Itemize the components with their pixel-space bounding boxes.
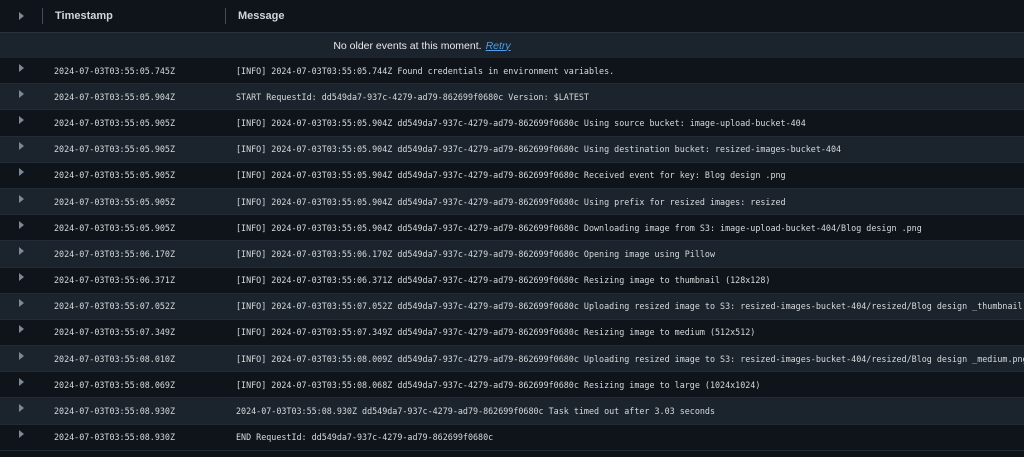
table-row[interactable]: 2024-07-03T03:55:08.010Z [INFO] 2024-07-0…	[0, 346, 1024, 373]
caret-right-icon	[18, 325, 24, 334]
caret-right-icon	[18, 246, 24, 255]
caret-right-icon	[18, 89, 24, 98]
row-expand-toggle[interactable]	[0, 377, 42, 392]
table-row[interactable]: 2024-07-03T03:55:05.905Z [INFO] 2024-07-0…	[0, 110, 1024, 137]
table-row[interactable]: 2024-07-03T03:55:07.052Z [INFO] 2024-07-0…	[0, 293, 1024, 320]
caret-right-icon	[18, 142, 24, 151]
row-timestamp: 2024-07-03T03:55:08.069Z	[54, 379, 176, 390]
message-column-header[interactable]: Message	[226, 10, 1024, 22]
table-row[interactable]: 2024-07-03T03:55:08.930Z END RequestId: d…	[0, 424, 1024, 451]
table-row[interactable]: 2024-07-03T03:55:07.349Z [INFO] 2024-07-0…	[0, 319, 1024, 347]
table-row[interactable]: 2024-07-03T03:55:05.745Z [INFO] 2024-07-0…	[0, 58, 1024, 85]
row-message: START RequestId: dd549da7-937c-4279-ad79…	[236, 91, 589, 102]
table-row[interactable]: 2024-07-03T03:55:08.069Z [INFO] 2024-07-0…	[0, 372, 1024, 399]
row-message: [INFO] 2024-07-03T03:55:05.744Z Found cr…	[236, 65, 615, 76]
log-rows: 2024-07-03T03:55:05.745Z [INFO] 2024-07-0…	[0, 58, 1024, 451]
table-row[interactable]: 2024-07-03T03:55:05.905Z [INFO] 2024-07-0…	[0, 188, 1024, 216]
caret-right-icon	[18, 63, 24, 72]
row-timestamp: 2024-07-03T03:55:05.904Z	[54, 91, 176, 102]
table-row[interactable]: 2024-07-03T03:55:05.905Z [INFO] 2024-07-0…	[0, 215, 1024, 242]
row-message: END RequestId: dd549da7-937c-4279-ad79-8…	[236, 432, 494, 443]
row-expand-toggle[interactable]	[0, 63, 42, 78]
row-timestamp: 2024-07-03T03:55:08.930Z	[54, 432, 176, 443]
row-timestamp: 2024-07-03T03:55:06.170Z	[54, 248, 176, 259]
caret-right-icon	[18, 273, 24, 282]
row-message: [INFO] 2024-07-03T03:55:05.904Z dd549da7…	[236, 170, 786, 181]
caret-right-icon	[18, 220, 24, 229]
table-row[interactable]: 2024-07-03T03:55:06.170Z [INFO] 2024-07-0…	[0, 241, 1024, 268]
row-message: [INFO] 2024-07-03T03:55:07.052Z dd549da7…	[236, 301, 1024, 312]
caret-right-icon	[18, 351, 24, 360]
row-timestamp: 2024-07-03T03:55:07.349Z	[54, 327, 176, 338]
row-message: [INFO] 2024-07-03T03:55:08.068Z dd549da7…	[236, 379, 761, 390]
row-expand-toggle[interactable]	[0, 273, 42, 287]
row-expand-toggle[interactable]	[0, 142, 42, 156]
row-message: [INFO] 2024-07-03T03:55:06.170Z dd549da7…	[236, 248, 716, 259]
row-expand-toggle[interactable]	[0, 115, 42, 130]
row-expand-toggle[interactable]	[0, 299, 42, 313]
row-message: [INFO] 2024-07-03T03:55:05.904Z dd549da7…	[236, 196, 786, 207]
caret-right-icon	[18, 377, 24, 386]
timestamp-column-header[interactable]: Timestamp	[43, 10, 225, 22]
table-row[interactable]: 2024-07-03T03:55:05.904Z START RequestId:…	[0, 84, 1024, 111]
expand-all-toggle[interactable]	[0, 12, 42, 20]
row-timestamp: 2024-07-03T03:55:08.010Z	[54, 353, 176, 364]
row-expand-toggle[interactable]	[0, 351, 42, 366]
row-timestamp: 2024-07-03T03:55:05.905Z	[54, 117, 176, 128]
retry-link[interactable]: Retry	[486, 40, 511, 52]
row-message: [INFO] 2024-07-03T03:55:06.371Z dd549da7…	[236, 275, 771, 286]
row-timestamp: 2024-07-03T03:55:05.905Z	[54, 144, 176, 155]
table-row[interactable]: 2024-07-03T03:55:06.371Z [INFO] 2024-07-0…	[0, 267, 1024, 294]
caret-right-icon	[18, 430, 24, 439]
table-row[interactable]: 2024-07-03T03:55:05.905Z [INFO] 2024-07-0…	[0, 162, 1024, 189]
caret-right-icon	[18, 299, 24, 308]
row-timestamp: 2024-07-03T03:55:05.905Z	[54, 170, 176, 181]
row-message: [INFO] 2024-07-03T03:55:05.904Z dd549da7…	[236, 222, 922, 233]
table-row[interactable]: 2024-07-03T03:55:08.930Z 2024-07-03T03:55…	[0, 398, 1024, 425]
row-timestamp: 2024-07-03T03:55:08.930Z	[54, 406, 176, 417]
notice-text: No older events at this moment.	[333, 39, 482, 52]
row-message: [INFO] 2024-07-03T03:55:08.009Z dd549da7…	[236, 353, 1024, 364]
row-expand-toggle[interactable]	[0, 404, 42, 418]
row-timestamp: 2024-07-03T03:55:05.905Z	[54, 196, 176, 207]
row-expand-toggle[interactable]	[0, 430, 42, 444]
row-message: 2024-07-03T03:55:08.930Z dd549da7-937c-4…	[236, 406, 716, 417]
row-timestamp: 2024-07-03T03:55:06.371Z	[54, 275, 176, 286]
row-timestamp: 2024-07-03T03:55:05.745Z	[54, 65, 176, 76]
table-header: Timestamp Message	[0, 0, 1024, 33]
caret-right-icon	[18, 168, 24, 177]
row-expand-toggle[interactable]	[0, 168, 42, 182]
row-expand-toggle[interactable]	[0, 325, 42, 339]
row-message: [INFO] 2024-07-03T03:55:05.904Z dd549da7…	[236, 144, 842, 155]
row-timestamp: 2024-07-03T03:55:07.052Z	[54, 301, 176, 312]
caret-right-icon	[18, 404, 24, 413]
row-message: [INFO] 2024-07-03T03:55:07.349Z dd549da7…	[236, 327, 756, 338]
log-events-table: Timestamp Message No older events at thi…	[0, 0, 1024, 451]
row-expand-toggle[interactable]	[0, 194, 42, 209]
row-expand-toggle[interactable]	[0, 89, 42, 104]
row-expand-toggle[interactable]	[0, 246, 42, 261]
caret-right-icon	[18, 12, 24, 20]
row-message: [INFO] 2024-07-03T03:55:05.904Z dd549da7…	[236, 117, 806, 128]
no-older-events-notice: No older events at this moment. Retry	[0, 33, 1024, 58]
caret-right-icon	[18, 194, 24, 203]
row-expand-toggle[interactable]	[0, 220, 42, 235]
caret-right-icon	[18, 115, 24, 124]
row-timestamp: 2024-07-03T03:55:05.905Z	[54, 222, 176, 233]
table-row[interactable]: 2024-07-03T03:55:05.905Z [INFO] 2024-07-0…	[0, 136, 1024, 163]
